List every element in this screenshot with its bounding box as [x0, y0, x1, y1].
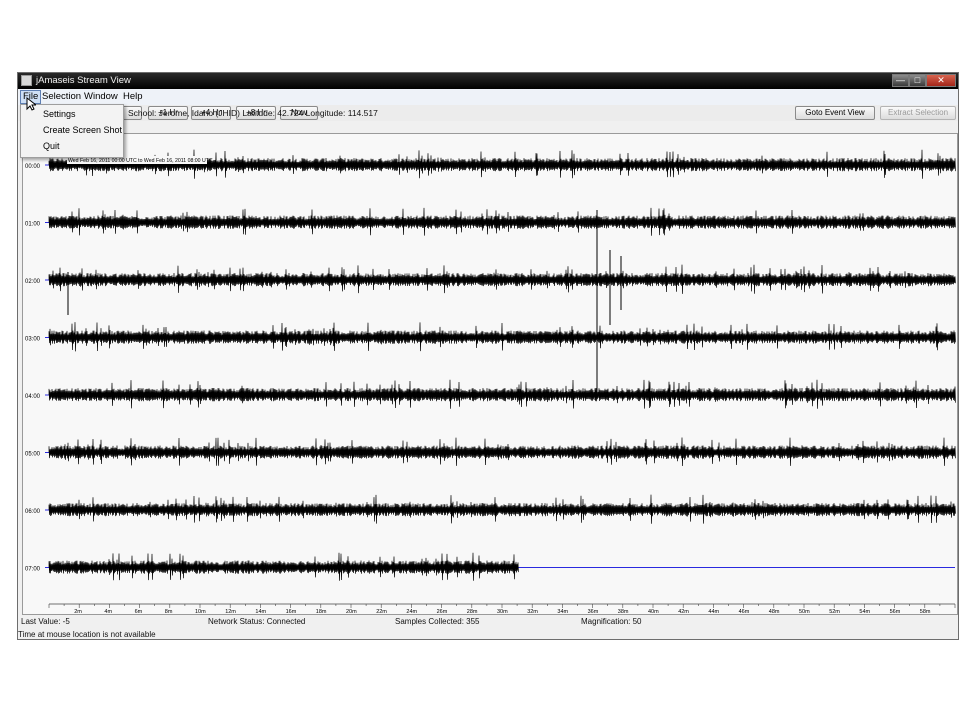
x-tick-label: 10m — [195, 609, 206, 614]
mouse-cursor-icon — [26, 97, 36, 111]
helicorder-chart: 00:00 01:00 02:00 03:00 04:00 05:00 06:00 07:00… — [25, 149, 956, 614]
x-tick-label: 42m — [678, 609, 689, 614]
x-tick-label: 14m — [255, 609, 266, 614]
x-tick-label: 34m — [557, 609, 568, 614]
x-tick-label: 26m — [437, 609, 448, 614]
x-tick-label: 46m — [739, 609, 750, 614]
x-tick-label: 48m — [769, 609, 780, 614]
seismic-trace — [48, 494, 956, 524]
file-menu-dropdown: Settings Create Screen Shot Quit — [20, 104, 124, 158]
x-tick-label: 40m — [648, 609, 659, 614]
x-tick-label: 4m — [104, 609, 112, 614]
maximize-button[interactable]: □ — [909, 74, 926, 87]
x-tick-label: 54m — [859, 609, 870, 614]
x-tick-label: 44m — [708, 609, 719, 614]
x-tick-label: 38m — [618, 609, 629, 614]
seismogram-plot[interactable]: 00:00 01:00 02:00 03:00 04:00 05:00 06:00 07:00… — [22, 133, 958, 615]
x-tick-label: 56m — [890, 609, 901, 614]
x-tick-label: 28m — [467, 609, 478, 614]
x-tick-label: 2m — [74, 609, 82, 614]
x-tick-label: 50m — [799, 609, 810, 614]
x-tick-label: 52m — [829, 609, 840, 614]
java-app-icon — [21, 75, 32, 86]
seismic-trace — [48, 149, 956, 179]
seismic-trace — [48, 437, 956, 467]
x-tick-label: 58m — [920, 609, 931, 614]
x-tick-label: 36m — [588, 609, 599, 614]
seismic-trace — [48, 552, 519, 581]
x-tick-label: 32m — [527, 609, 538, 614]
seismic-trace — [48, 207, 956, 236]
samples-collected: Samples Collected: 355 — [395, 617, 480, 626]
x-tick-label: 24m — [406, 609, 417, 614]
row-label: 05:00 — [25, 452, 41, 458]
row-label: 07:00 — [25, 567, 41, 573]
x-tick-label: 30m — [497, 609, 508, 614]
menu-selection[interactable]: Selection — [40, 90, 83, 104]
row-label: 02:00 — [25, 279, 41, 285]
window-title: jAmaseis Stream View — [36, 75, 131, 86]
x-tick-label: 16m — [286, 609, 297, 614]
menu-item-create-screen-shot[interactable]: Create Screen Shot — [43, 123, 122, 137]
menu-help[interactable]: Help — [121, 90, 145, 104]
last-value: Last Value: -5 — [21, 617, 70, 626]
goto-event-view-button[interactable]: Goto Event View — [795, 106, 875, 120]
menu-window[interactable]: Window — [82, 90, 120, 104]
x-tick-label: 22m — [376, 609, 387, 614]
magnification: Magnification: 50 — [581, 617, 642, 626]
seismic-trace — [48, 379, 956, 409]
row-label: 00:00 — [25, 164, 41, 170]
row-label: 03:00 — [25, 337, 41, 343]
x-tick-label: 18m — [316, 609, 327, 614]
x-tick-label: 12m — [225, 609, 236, 614]
menu-item-quit[interactable]: Quit — [43, 139, 60, 153]
minimize-button[interactable]: — — [892, 74, 909, 87]
date-range-label: Wed Feb 16, 2011 00:00 UTC to Wed Feb 16… — [68, 158, 213, 164]
extract-selection-button[interactable]: Extract Selection — [880, 106, 956, 120]
row-label: 01:00 — [25, 222, 41, 228]
x-tick-label: 6m — [135, 609, 143, 614]
x-tick-label: 8m — [165, 609, 173, 614]
stream-view-window: jAmaseis Stream View — □ ✕ File Selectio… — [17, 72, 959, 640]
station-info: School: Jerome, Idaho (JHID) Latitude: 4… — [128, 108, 378, 118]
mouse-time-status: Time at mouse location is not available — [18, 630, 156, 639]
network-status: Network Status: Connected — [208, 617, 306, 626]
menu-item-settings[interactable]: Settings — [43, 107, 76, 121]
status-bar: Last Value: -5 Network Status: Connected… — [21, 616, 957, 628]
x-tick-label: 20m — [346, 609, 357, 614]
seismic-trace — [48, 264, 956, 294]
close-button[interactable]: ✕ — [926, 74, 956, 87]
seismic-trace — [48, 322, 956, 352]
row-label: 06:00 — [25, 509, 41, 515]
title-bar[interactable]: jAmaseis Stream View — □ ✕ — [18, 73, 958, 89]
row-label: 04:00 — [25, 394, 41, 400]
menu-bar: File Selection Window Help — [18, 89, 958, 106]
